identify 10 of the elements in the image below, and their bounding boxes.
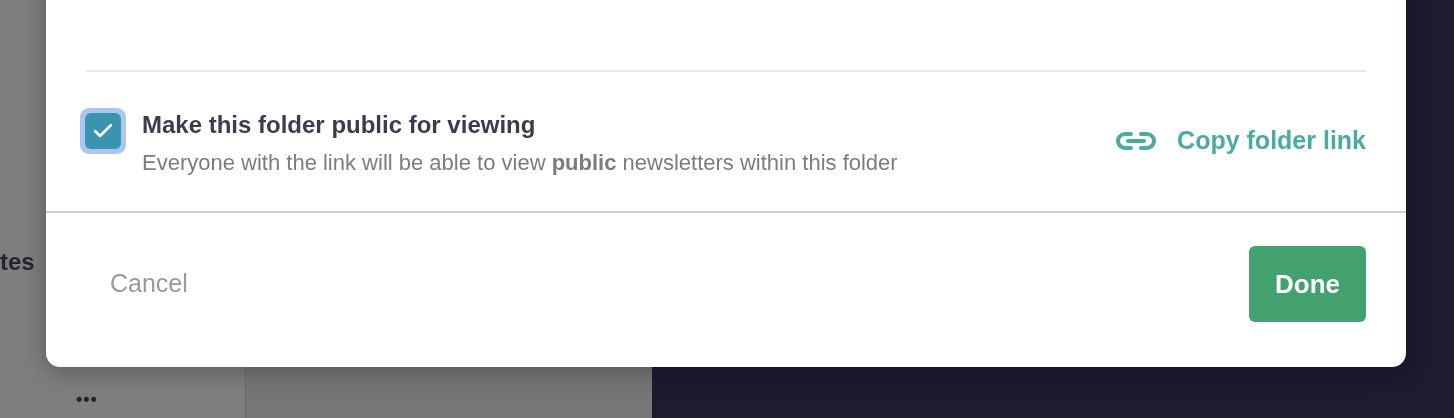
option-title: Make this folder public for viewing <box>142 110 537 140</box>
more-options[interactable]: ••• <box>76 386 98 413</box>
checkbox[interactable] <box>80 108 126 154</box>
done-button[interactable]: Done <box>1249 246 1366 322</box>
option-description: Everyone with the link will be able to view public newsletters within this folder <box>142 149 899 177</box>
link-icon <box>1115 130 1158 151</box>
check-icon <box>93 123 113 139</box>
copy-link[interactable]: Copy folder link <box>1115 122 1366 160</box>
cancel-button[interactable]: Cancel <box>110 265 188 303</box>
sidebar-text: tes <box>0 247 35 277</box>
